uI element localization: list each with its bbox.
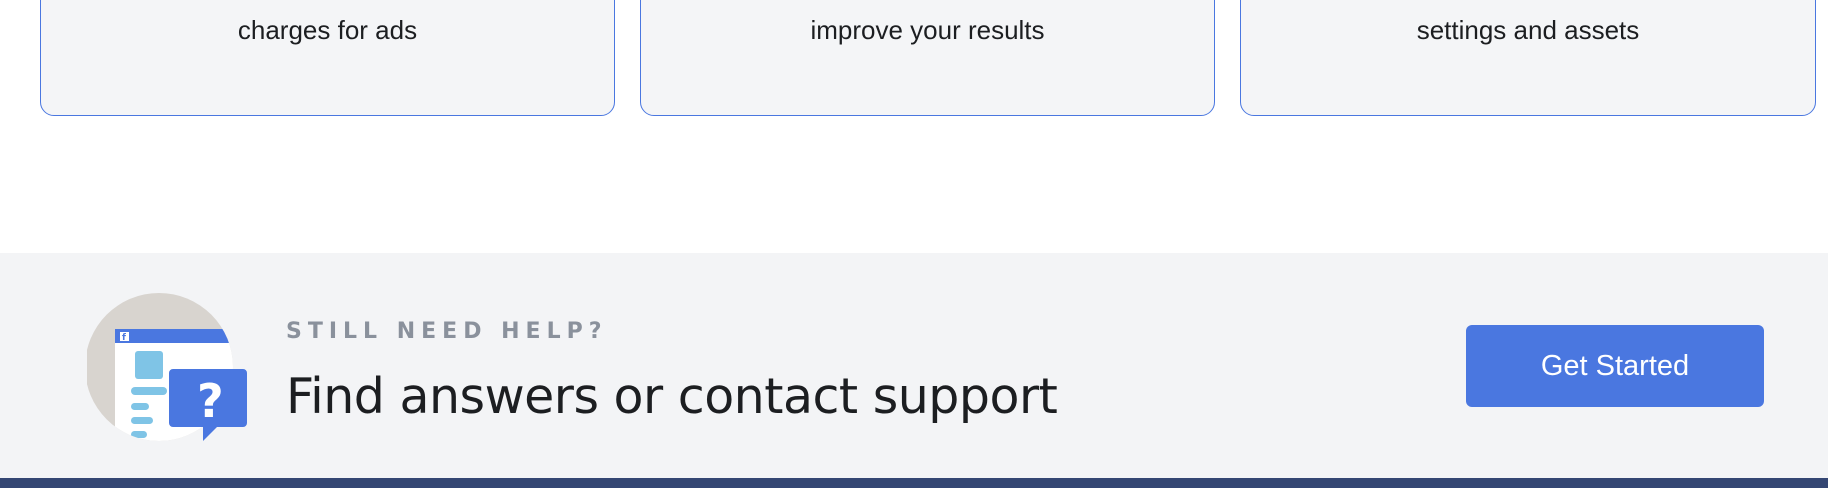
- svg-text:?: ?: [197, 374, 224, 428]
- card-billing[interactable]: charges for ads: [40, 0, 615, 116]
- card-billing-text: charges for ads: [237, 15, 418, 45]
- help-band: f ? STILL NEED HELP? Find answers or con…: [0, 253, 1828, 478]
- topic-cards: charges for ads improve your results set…: [0, 0, 1828, 140]
- help-center-illustration-icon: f ?: [85, 293, 255, 441]
- footer-strip: [0, 478, 1828, 488]
- card-settings[interactable]: settings and assets: [1240, 0, 1816, 116]
- card-results[interactable]: improve your results: [640, 0, 1215, 116]
- help-headline: Find answers or contact support: [286, 368, 1058, 425]
- card-settings-text: settings and assets: [1416, 15, 1640, 45]
- card-results-text: improve your results: [810, 15, 1045, 45]
- svg-text:f: f: [122, 333, 126, 343]
- get-started-button[interactable]: Get Started: [1466, 325, 1764, 407]
- help-kicker: STILL NEED HELP?: [286, 319, 608, 344]
